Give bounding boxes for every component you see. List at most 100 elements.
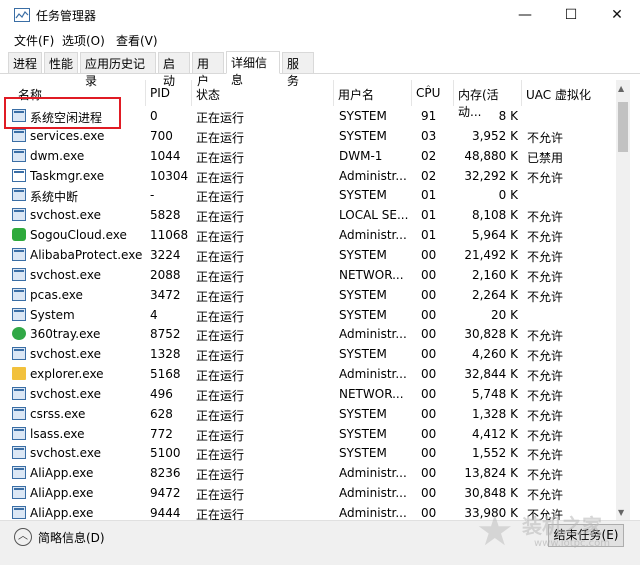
column-header-pid[interactable]: PID <box>146 80 192 106</box>
process-user: SYSTEM <box>339 426 387 441</box>
tab-services[interactable]: 服务 <box>282 52 314 88</box>
maximize-button[interactable]: ☐ <box>548 0 594 30</box>
table-row[interactable]: pcas.exe 3472 正在运行 SYSTEM 00 2,264 K 不允许 <box>0 285 616 305</box>
tab-performance[interactable]: 性能 <box>44 52 78 74</box>
process-pid: 5828 <box>150 208 181 223</box>
process-cpu: 00 <box>421 267 437 282</box>
process-memory: 20 K <box>491 307 518 322</box>
table-row[interactable]: dwm.exe 1044 正在运行 DWM-1 02 48,880 K 已禁用 <box>0 146 616 166</box>
process-memory: 13,824 K <box>464 466 518 481</box>
process-cpu: 00 <box>421 247 437 262</box>
tab-details[interactable]: 详细信息 <box>226 51 280 87</box>
process-pid: 3472 <box>150 287 181 302</box>
process-pid: 772 <box>150 426 173 441</box>
column-header-memory[interactable]: 内存(活动... <box>454 80 522 119</box>
minimize-button[interactable]: — <box>502 0 548 30</box>
process-window-icon <box>12 506 26 519</box>
table-row[interactable]: svchost.exe 1328 正在运行 SYSTEM 00 4,260 K 不允许 <box>0 344 616 364</box>
process-status: 正在运行 <box>196 309 245 324</box>
process-user: NETWOR... <box>339 386 404 401</box>
process-status: 正在运行 <box>196 170 245 185</box>
process-user: DWM-1 <box>339 148 383 163</box>
process-status: 正在运行 <box>196 269 245 284</box>
process-user: Administr... <box>339 168 407 183</box>
tab-processes[interactable]: 进程 <box>8 52 42 74</box>
process-memory: 0 K <box>498 188 518 203</box>
process-name: dwm.exe <box>30 148 85 163</box>
process-pid: 700 <box>150 128 173 143</box>
process-user: LOCAL SE... <box>339 208 409 223</box>
process-pid: 496 <box>150 386 173 401</box>
process-memory: 48,880 K <box>464 148 518 163</box>
process-cpu: 02 <box>421 148 437 163</box>
table-row[interactable]: svchost.exe 2088 正在运行 NETWOR... 00 2,160 K 不允许 <box>0 265 616 285</box>
process-name: 系统中断 <box>30 190 79 205</box>
process-status: 正在运行 <box>196 150 245 165</box>
process-uac: 已禁用 <box>527 150 564 165</box>
table-row[interactable]: System 4 正在运行 SYSTEM 00 20 K <box>0 305 616 325</box>
process-window-icon <box>12 347 26 361</box>
process-pid: 5168 <box>150 367 181 382</box>
scrollbar-thumb[interactable] <box>618 102 628 152</box>
process-uac: 不允许 <box>527 130 564 145</box>
menu-file[interactable]: 文件(F) <box>14 32 54 49</box>
process-window-icon <box>12 486 26 500</box>
process-status: 正在运行 <box>196 428 245 443</box>
process-uac: 不允许 <box>527 210 564 225</box>
table-row[interactable]: 360tray.exe 8752 正在运行 Administr... 00 30,828 … <box>0 324 616 344</box>
process-user: Administr... <box>339 228 407 243</box>
scroll-up-icon[interactable]: ▲ <box>618 84 624 93</box>
process-status: 正在运行 <box>196 249 245 264</box>
column-header-user[interactable]: 用户名 <box>334 80 412 106</box>
table-row[interactable]: 系统中断 - 正在运行 SYSTEM 01 0 K <box>0 185 616 205</box>
table-row[interactable]: svchost.exe 496 正在运行 NETWOR... 00 5,748 K 不允许 <box>0 384 616 404</box>
process-user: Administr... <box>339 466 407 481</box>
process-uac: 不允许 <box>527 269 564 284</box>
menu-options[interactable]: 选项(O) <box>62 32 105 49</box>
tab-app-history[interactable]: 应用历史记录 <box>80 52 156 88</box>
process-uac: 不允许 <box>527 289 564 304</box>
process-name: svchost.exe <box>30 208 101 223</box>
column-header-status[interactable]: 状态 <box>192 80 334 106</box>
process-memory: 21,492 K <box>464 247 518 262</box>
process-pid: 2088 <box>150 267 181 282</box>
process-name: AliApp.exe <box>30 466 94 481</box>
process-status: 正在运行 <box>196 448 245 463</box>
table-row[interactable]: csrss.exe 628 正在运行 SYSTEM 00 1,328 K 不允许 <box>0 404 616 424</box>
watermark-text: 装机之家 <box>522 514 602 538</box>
process-cpu: 01 <box>421 188 437 203</box>
process-name: svchost.exe <box>30 347 101 362</box>
process-status: 正在运行 <box>196 369 245 384</box>
close-button[interactable]: ✕ <box>594 0 640 30</box>
column-header-uac[interactable]: UAC 虚拟化 <box>522 80 616 106</box>
process-pid: 1044 <box>150 148 181 163</box>
table-row[interactable]: Taskmgr.exe 10304 正在运行 Administr... 02 32,292… <box>0 166 616 186</box>
process-name: services.exe <box>30 128 105 143</box>
process-status: 正在运行 <box>196 388 245 403</box>
process-pid: 0 <box>150 109 158 123</box>
process-window-icon <box>12 307 26 321</box>
process-memory: 32,844 K <box>464 367 518 382</box>
table-row[interactable]: svchost.exe 5828 正在运行 LOCAL SE... 01 8,108 K 不… <box>0 205 616 225</box>
fewer-details-link[interactable]: 简略信息(D) <box>38 529 105 546</box>
menu-view[interactable]: 查看(V) <box>116 32 158 49</box>
process-uac: 不允许 <box>527 428 564 443</box>
window-title: 任务管理器 <box>36 9 97 23</box>
table-row[interactable]: svchost.exe 5100 正在运行 SYSTEM 00 1,552 K 不允许 <box>0 443 616 463</box>
tab-users[interactable]: 用户 <box>192 52 224 88</box>
table-row[interactable]: AliApp.exe 8236 正在运行 Administr... 00 13,824 K… <box>0 463 616 483</box>
process-user: Administr... <box>339 367 407 382</box>
process-cpu: 03 <box>421 128 437 143</box>
table-row[interactable]: AlibabaProtect.exe 3224 正在运行 SYSTEM 00 21,492… <box>0 245 616 265</box>
process-window-icon <box>12 287 26 301</box>
table-row[interactable]: explorer.exe 5168 正在运行 Administr... 00 32,844… <box>0 364 616 384</box>
chevron-up-icon[interactable]: ︿ <box>14 528 32 546</box>
tab-startup[interactable]: 启动 <box>158 52 190 88</box>
column-header-cpu[interactable]: CPU <box>412 80 454 106</box>
process-cpu: 00 <box>421 307 437 322</box>
process-user: SYSTEM <box>339 347 387 362</box>
table-row[interactable]: SogouCloud.exe 11068 正在运行 Administr... 01 5,9… <box>0 225 616 245</box>
process-pid: 10304 <box>150 168 189 183</box>
process-name: 360tray.exe <box>30 327 101 342</box>
table-row[interactable]: lsass.exe 772 正在运行 SYSTEM 00 4,412 K 不允许 <box>0 424 616 444</box>
